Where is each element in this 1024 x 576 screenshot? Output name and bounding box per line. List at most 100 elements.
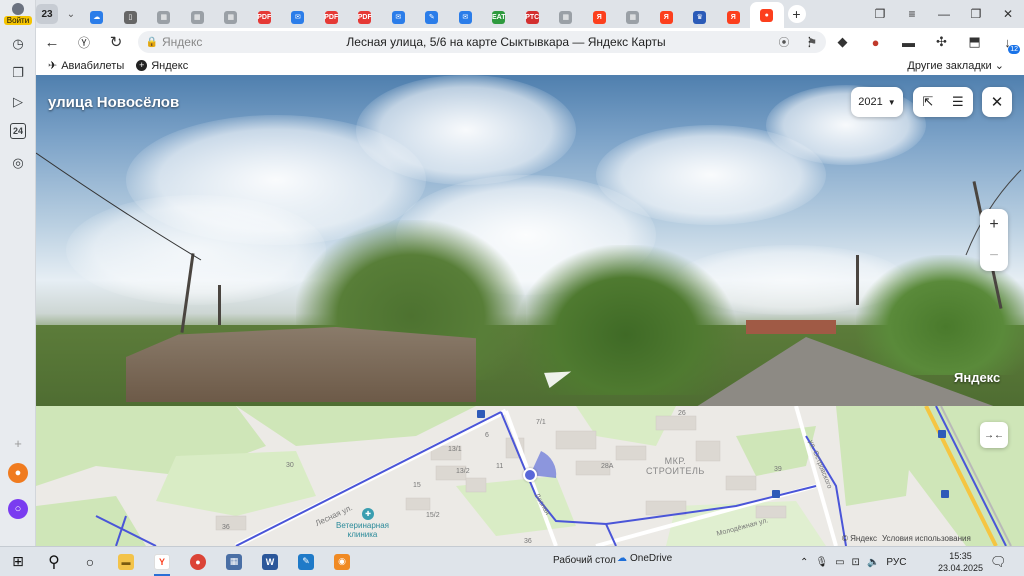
bus-stop-icon[interactable] — [938, 430, 946, 438]
language-indicator[interactable]: РУС — [886, 557, 906, 568]
minimize-icon[interactable]: — — [928, 7, 960, 21]
desktop-label[interactable]: Рабочий стол — [553, 555, 616, 566]
collections-icon[interactable]: ❐ — [8, 63, 28, 83]
more-menu-icon[interactable]: ⋮ — [793, 34, 826, 50]
mail-icon: ✉ — [391, 10, 405, 24]
reload-button[interactable]: ↻ — [100, 33, 132, 51]
chevron-down-icon[interactable]: ⌄ — [62, 9, 80, 20]
bus-stop-icon[interactable] — [941, 490, 949, 498]
onedrive-button[interactable]: ☁ OneDrive — [617, 553, 672, 564]
calculator-icon[interactable]: ▦ — [216, 547, 252, 576]
calendar-icon[interactable]: 24 — [10, 123, 26, 139]
chrome-icon[interactable]: ● — [180, 547, 216, 576]
zoom-in-button[interactable]: + — [989, 216, 998, 234]
add-panel-icon[interactable]: + — [8, 433, 28, 453]
zoom-out-button[interactable]: − — [989, 247, 998, 265]
cloud-icon: ☁ — [617, 553, 627, 564]
close-panorama-button[interactable]: ✕ — [982, 87, 1012, 117]
tab-pdf[interactable]: PDF — [315, 6, 349, 28]
video-icon[interactable]: ▷ — [8, 92, 28, 112]
bookmark-yandex[interactable]: + Яндекс — [136, 60, 188, 72]
downloads-icon[interactable]: ↓ 12 — [991, 35, 1024, 54]
file-explorer-icon[interactable]: ▬ — [108, 547, 144, 576]
vet-clinic-icon[interactable]: ✚ — [362, 508, 374, 520]
year-select[interactable]: 2021 ▼ — [851, 87, 903, 117]
map-terms-link[interactable]: Условия использования — [882, 534, 971, 543]
mic-icon[interactable]: 🎙 — [815, 557, 828, 568]
tab-eat[interactable]: EAT — [482, 6, 516, 28]
tab-maps-pin[interactable]: ● — [750, 2, 784, 28]
tab-shield[interactable]: ♛ — [683, 6, 717, 28]
login-button[interactable]: Войти — [4, 3, 32, 25]
share-icon[interactable]: ⇱ — [922, 94, 933, 110]
collapse-map-button[interactable]: →← — [980, 422, 1008, 448]
bus-stop-icon[interactable] — [477, 410, 485, 418]
alice-icon[interactable]: ○ — [8, 499, 28, 519]
bookmark-avia[interactable]: ✈ Авиабилеты — [48, 59, 124, 73]
app-orange-icon[interactable]: ● — [8, 463, 28, 483]
download-folder-icon[interactable]: ⬒ — [958, 34, 991, 50]
login-label: Войти — [4, 16, 32, 25]
tab-grid[interactable]: ▦ — [214, 6, 248, 28]
clock[interactable]: 15:35 23.04.2025 — [938, 550, 983, 574]
yandex-icon[interactable]: Ⓨ — [68, 34, 100, 51]
panorama-street-name: улица Новосёлов — [48, 94, 180, 111]
lock-icon[interactable]: 🔒 — [142, 37, 162, 48]
tab-grid[interactable]: ▦ — [147, 6, 181, 28]
omnibox[interactable]: 🔒 Яндекс Лесная улица, 5/6 на карте Сыкт… — [138, 31, 826, 53]
other-bookmarks-button[interactable]: Другие закладки ⌄ — [907, 59, 1004, 72]
tab-doc[interactable]: ▯ — [114, 6, 148, 28]
tab-yandex[interactable]: Я — [583, 6, 617, 28]
close-window-icon[interactable]: ✕ — [992, 7, 1024, 21]
map-copyright[interactable]: © Яндекс — [842, 534, 877, 543]
puzzle-icon[interactable]: ✣ — [925, 34, 958, 50]
menu-lines-icon[interactable]: ☰ — [952, 94, 964, 110]
restore-icon[interactable]: ❐ — [960, 7, 992, 21]
extension-avatar-icon[interactable]: ● — [859, 35, 892, 50]
network-icon[interactable]: ⊡ — [852, 557, 860, 568]
house-number: 7/1 — [536, 419, 546, 426]
new-tab-button[interactable]: + — [787, 5, 806, 23]
tray-chevron-icon[interactable]: ⌃ — [800, 557, 808, 568]
tab-grid[interactable]: ▦ — [616, 6, 650, 28]
extension-pill-icon[interactable]: ▬ — [892, 35, 925, 50]
protect-icon[interactable]: ◆ — [826, 34, 859, 50]
back-button[interactable]: ← — [36, 34, 68, 51]
system-tray: ⌃ 🎙 ▭ ⊡ 🔈 РУС — [800, 547, 913, 576]
cortana-button[interactable]: ○ — [72, 547, 108, 576]
vet-clinic-label[interactable]: Ветеринарная клиника — [336, 521, 389, 539]
start-button[interactable]: ⊞ — [0, 547, 36, 576]
tab-mail[interactable]: ✉ — [382, 6, 416, 28]
tab-rtc[interactable]: РТС — [516, 6, 550, 28]
tab-edit[interactable]: ✎ — [415, 6, 449, 28]
volume-icon[interactable]: 🔈 — [867, 557, 879, 568]
search-button[interactable]: ⚲ — [36, 547, 72, 576]
power-lines — [36, 152, 1022, 261]
pdf-icon: PDF — [358, 10, 372, 24]
sd-card-icon[interactable]: ▭ — [835, 557, 844, 568]
location-pin-icon[interactable] — [523, 468, 537, 482]
minimap[interactable]: 30 13/1 13/2 11 15 15/2 36 7/1 6 28А 26 … — [36, 406, 1024, 546]
tab-grid[interactable]: ▦ — [181, 6, 215, 28]
history-icon[interactable]: ◷ — [8, 34, 28, 54]
orange-app-icon[interactable]: ◉ — [324, 547, 360, 576]
menu-icon[interactable]: ≡ — [896, 7, 928, 21]
street-panorama[interactable]: улица Новосёлов 2021 ▼ ⇱ ☰ ✕ + − Яндекс — [36, 75, 1024, 406]
tab-count-badge[interactable]: 23 — [36, 4, 58, 24]
tab-yandex[interactable]: Я — [650, 6, 684, 28]
clock-date: 23.04.2025 — [938, 563, 984, 573]
tab-pdf[interactable]: PDF — [248, 6, 282, 28]
tab-pdf[interactable]: PDF — [348, 6, 382, 28]
word-icon[interactable]: W — [252, 547, 288, 576]
tab-mail[interactable]: ✉ — [281, 6, 315, 28]
tab-mail[interactable]: ✉ — [449, 6, 483, 28]
tab-manager-icon[interactable]: ❐ — [864, 7, 896, 21]
tab-yandex[interactable]: Я — [717, 6, 751, 28]
bus-stop-icon[interactable] — [772, 490, 780, 498]
tab-grid[interactable]: ▦ — [549, 6, 583, 28]
tab-cloud-mail[interactable]: ☁ — [80, 6, 114, 28]
notifications-icon[interactable]: 🗨 — [990, 554, 1007, 570]
screenshot-icon[interactable]: ◎ — [8, 153, 28, 173]
yandex-browser-icon[interactable]: Y — [144, 547, 180, 576]
editor-icon[interactable]: ✎ — [288, 547, 324, 576]
